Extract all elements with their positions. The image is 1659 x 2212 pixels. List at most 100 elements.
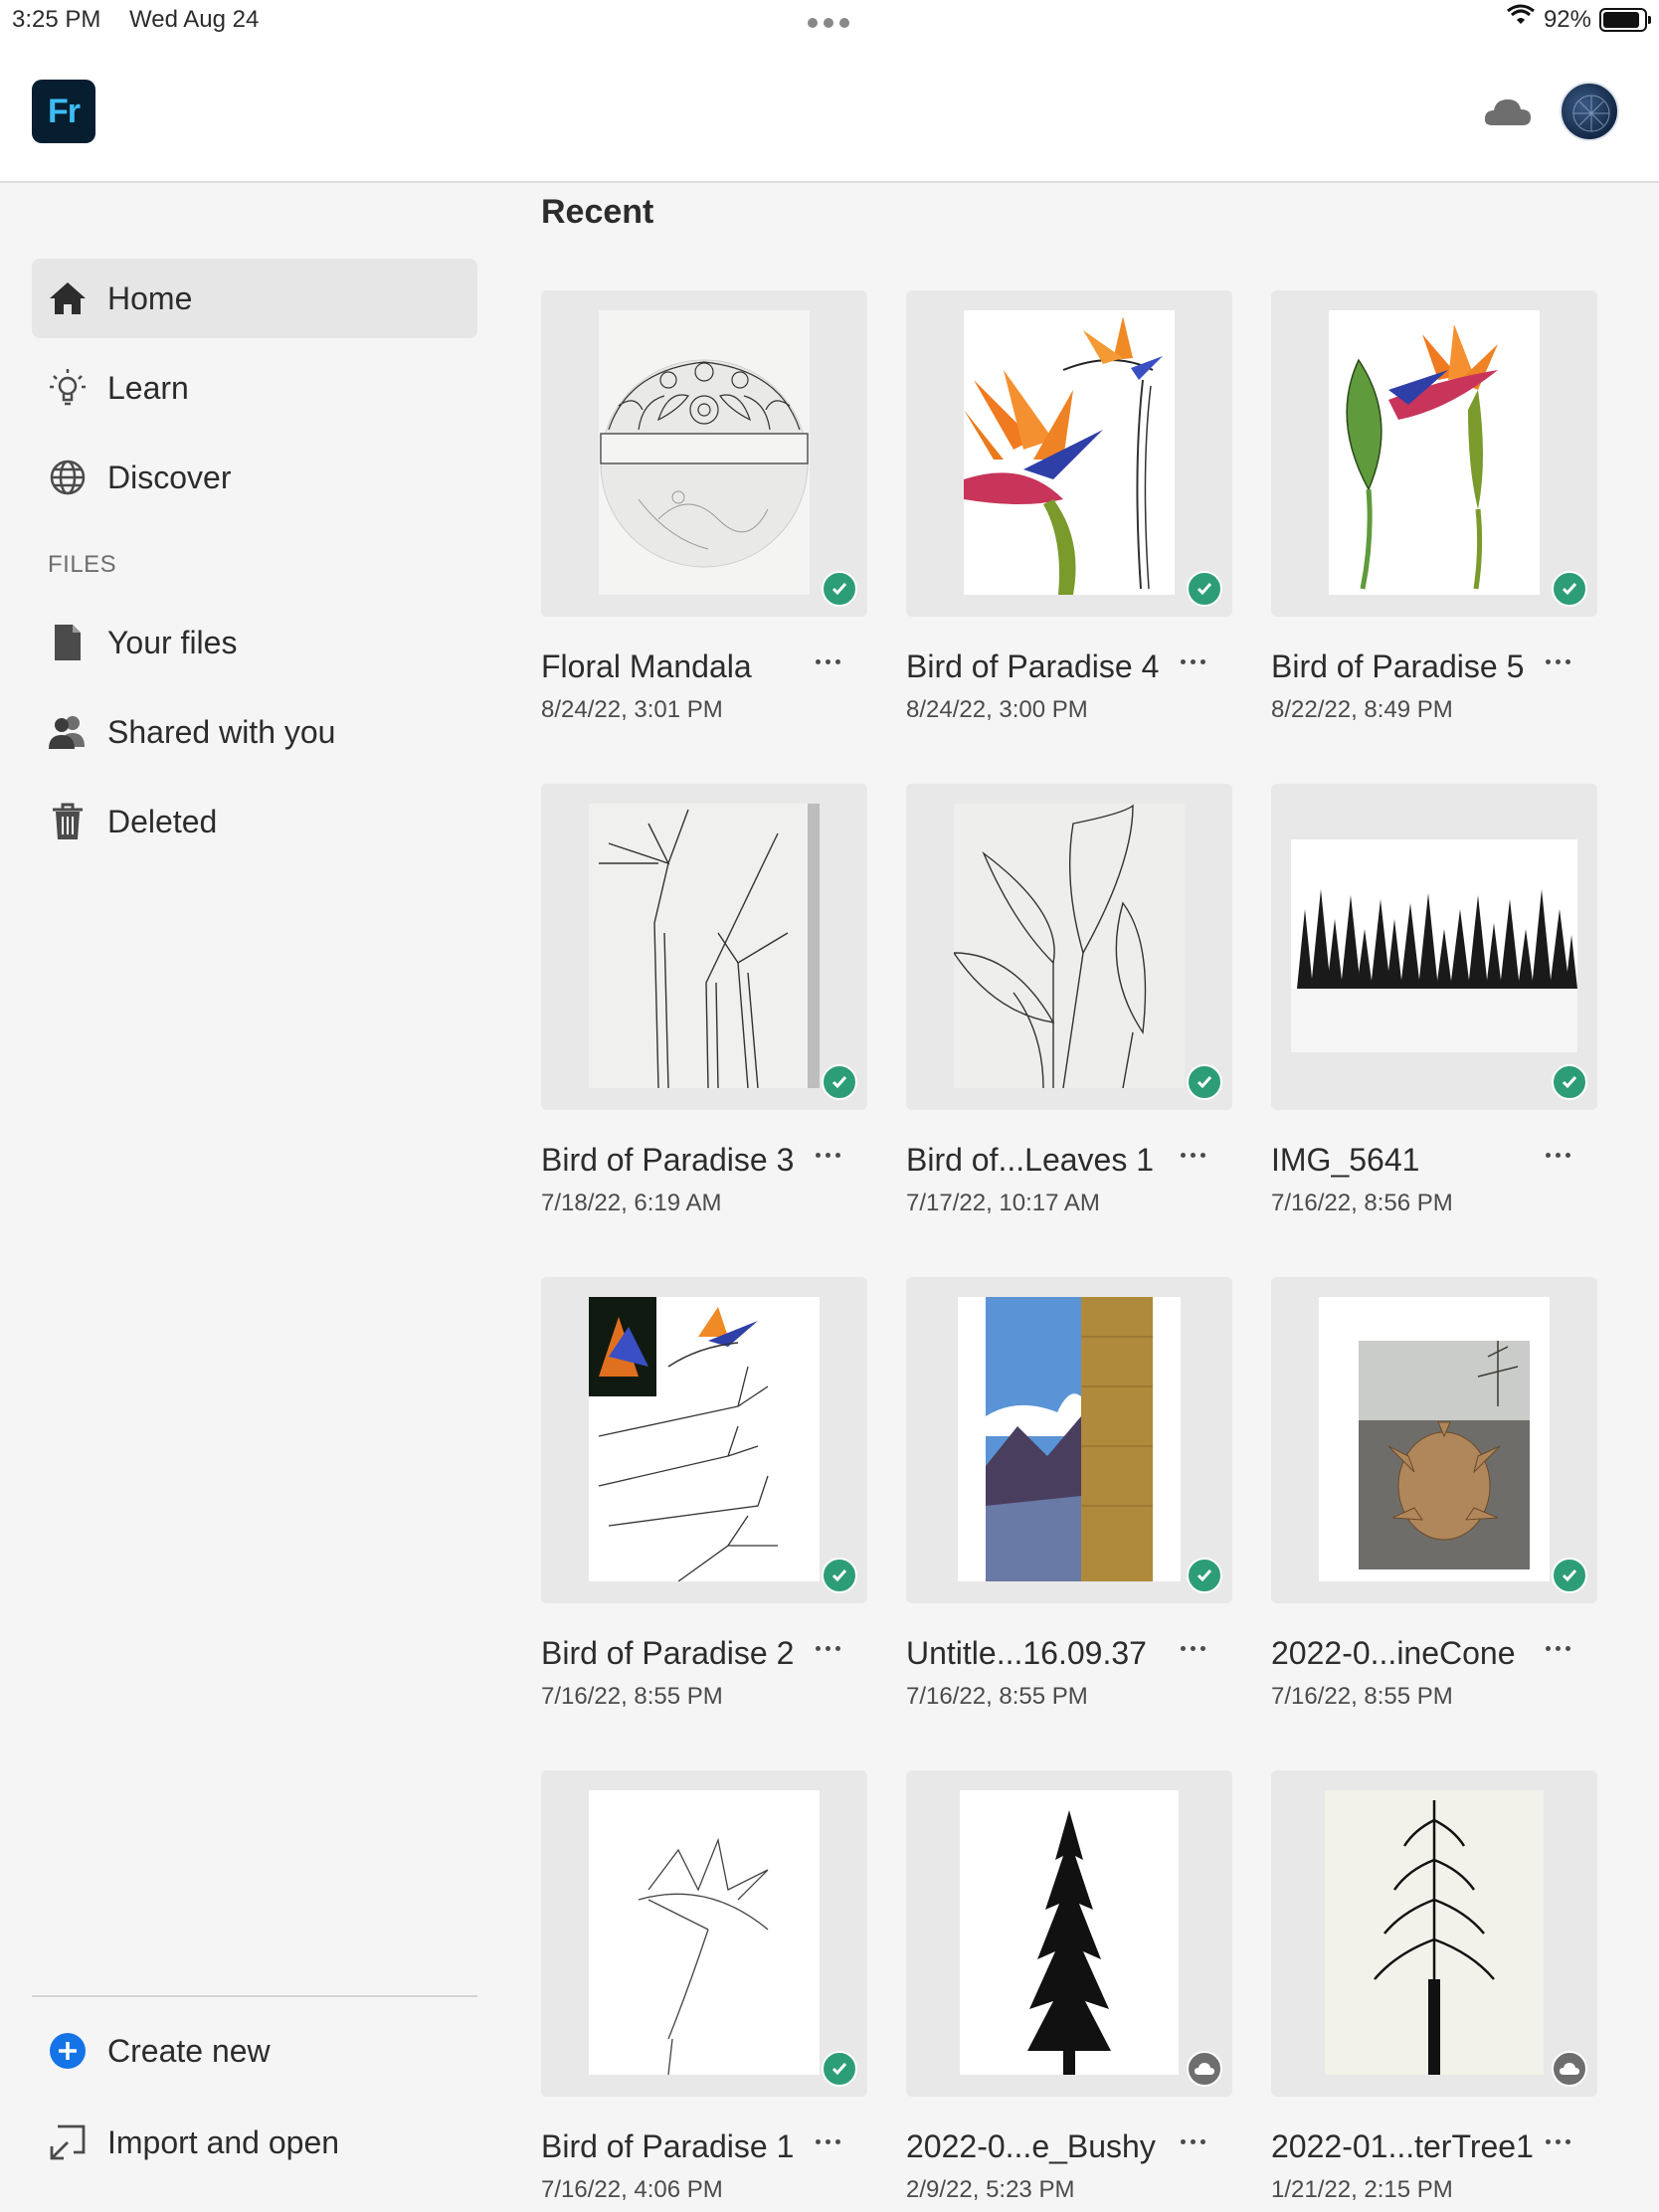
files-section-label: FILES bbox=[48, 551, 117, 578]
file-name: Bird of Paradise 5 bbox=[1271, 648, 1525, 684]
sidebar-item-label: Shared with you bbox=[107, 713, 336, 750]
sidebar-item-shared[interactable]: Shared with you bbox=[32, 692, 477, 772]
file-name: Floral Mandala bbox=[541, 648, 752, 684]
more-options-icon[interactable] bbox=[1167, 2126, 1218, 2156]
file-thumbnail[interactable] bbox=[541, 784, 867, 1110]
file-thumbnail[interactable] bbox=[906, 1277, 1232, 1603]
file-date: 7/18/22, 6:19 AM bbox=[541, 1190, 722, 1216]
import-open-label: Import and open bbox=[107, 2123, 340, 2160]
thumbnail-image bbox=[599, 310, 810, 595]
more-options-icon[interactable] bbox=[802, 1633, 853, 1663]
status-time: 3:25 PM bbox=[12, 6, 101, 33]
synced-check-icon bbox=[1552, 1558, 1587, 1593]
synced-check-icon bbox=[822, 571, 857, 607]
file-thumbnail[interactable] bbox=[541, 1277, 867, 1603]
more-options-icon[interactable] bbox=[1167, 1140, 1218, 1170]
more-options-icon[interactable] bbox=[1532, 646, 1583, 676]
thumbnail-image bbox=[964, 310, 1175, 595]
thumbnail-image bbox=[1325, 1790, 1544, 2075]
file-date: 2/9/22, 5:23 PM bbox=[906, 2176, 1075, 2203]
sidebar-item-home[interactable]: Home bbox=[32, 259, 477, 338]
file-thumbnail[interactable] bbox=[906, 1770, 1232, 2097]
import-icon bbox=[46, 2120, 90, 2164]
file-thumbnail[interactable] bbox=[1271, 784, 1597, 1110]
app-header: Fr bbox=[0, 40, 1659, 183]
cloud-status-icon bbox=[1187, 2051, 1222, 2087]
file-thumbnail[interactable] bbox=[906, 784, 1232, 1110]
thumbnail-image bbox=[589, 1790, 820, 2075]
battery-icon bbox=[1599, 7, 1651, 32]
cloud-status-icon bbox=[1552, 2051, 1587, 2087]
file-name: Bird of Paradise 2 bbox=[541, 1635, 795, 1671]
file-name: IMG_5641 bbox=[1271, 1142, 1420, 1178]
more-options-icon[interactable] bbox=[1167, 646, 1218, 676]
synced-check-icon bbox=[1552, 571, 1587, 607]
more-options-icon[interactable] bbox=[802, 1140, 853, 1170]
globe-icon bbox=[46, 456, 90, 499]
file-date: 7/16/22, 4:06 PM bbox=[541, 2176, 723, 2203]
file-date: 7/16/22, 8:56 PM bbox=[1271, 1190, 1453, 1216]
create-new-button[interactable]: Create new bbox=[32, 2011, 477, 2091]
sidebar-item-label: Deleted bbox=[107, 803, 218, 839]
sidebar-item-deleted[interactable]: Deleted bbox=[32, 782, 477, 861]
import-open-button[interactable]: Import and open bbox=[32, 2103, 477, 2182]
sidebar: Home Learn Discover FILES Your files Sha… bbox=[0, 185, 517, 2212]
thumbnail-image bbox=[954, 804, 1185, 1088]
file-thumbnail[interactable] bbox=[1271, 1770, 1597, 2097]
sidebar-item-learn[interactable]: Learn bbox=[32, 348, 477, 428]
thumbnail-image bbox=[1319, 1297, 1550, 1581]
file-thumbnail[interactable] bbox=[541, 1770, 867, 2097]
wifi-icon bbox=[1506, 4, 1536, 35]
app-logo[interactable]: Fr bbox=[32, 80, 95, 143]
file-date: 7/16/22, 8:55 PM bbox=[1271, 1683, 1453, 1710]
synced-check-icon bbox=[1187, 571, 1222, 607]
home-icon bbox=[46, 276, 90, 320]
main-content: Recent Floral Mandala 8/24/22, 3:01 PM B… bbox=[517, 185, 1659, 2212]
multitask-dots-icon[interactable] bbox=[808, 18, 849, 28]
synced-check-icon bbox=[822, 1558, 857, 1593]
file-date: 7/17/22, 10:17 AM bbox=[906, 1190, 1100, 1216]
sidebar-item-discover[interactable]: Discover bbox=[32, 438, 477, 517]
file-thumbnail[interactable] bbox=[1271, 290, 1597, 617]
thumbnail-image bbox=[958, 1297, 1181, 1581]
more-options-icon[interactable] bbox=[802, 2126, 853, 2156]
file-name: Bird of Paradise 4 bbox=[906, 648, 1160, 684]
lightbulb-icon bbox=[46, 366, 90, 410]
more-options-icon[interactable] bbox=[1532, 1633, 1583, 1663]
synced-check-icon bbox=[1187, 1558, 1222, 1593]
more-options-icon[interactable] bbox=[802, 646, 853, 676]
trash-icon bbox=[46, 800, 90, 843]
file-thumbnail[interactable] bbox=[541, 290, 867, 617]
file-name: Untitle...16.09.37 bbox=[906, 1635, 1147, 1671]
file-name: Bird of Paradise 3 bbox=[541, 1142, 795, 1178]
sidebar-item-label: Your files bbox=[107, 624, 238, 660]
section-title: Recent bbox=[541, 193, 654, 231]
file-thumbnail[interactable] bbox=[906, 290, 1232, 617]
more-options-icon[interactable] bbox=[1167, 1633, 1218, 1663]
synced-check-icon bbox=[822, 2051, 857, 2087]
more-options-icon[interactable] bbox=[1532, 2126, 1583, 2156]
file-date: 1/21/22, 2:15 PM bbox=[1271, 2176, 1453, 2203]
file-name: Bird of Paradise 1 bbox=[541, 2128, 795, 2164]
battery-percent: 92% bbox=[1543, 5, 1591, 33]
synced-check-icon bbox=[822, 1064, 857, 1100]
plus-circle-icon bbox=[46, 2029, 90, 2073]
file-name: 2022-0...e_Bushy bbox=[906, 2128, 1156, 2164]
shared-users-icon bbox=[46, 710, 90, 754]
thumbnail-image bbox=[960, 1790, 1179, 2075]
file-icon bbox=[46, 621, 90, 664]
sidebar-divider bbox=[32, 1995, 477, 1997]
sidebar-item-your-files[interactable]: Your files bbox=[32, 603, 477, 682]
file-thumbnail[interactable] bbox=[1271, 1277, 1597, 1603]
thumbnail-image bbox=[589, 804, 820, 1088]
cloud-icon[interactable] bbox=[1482, 92, 1534, 131]
more-options-icon[interactable] bbox=[1532, 1140, 1583, 1170]
file-name: 2022-01...terTree1 bbox=[1271, 2128, 1534, 2164]
thumbnail-image bbox=[1329, 310, 1540, 595]
user-avatar[interactable] bbox=[1560, 82, 1619, 141]
sidebar-item-label: Home bbox=[107, 279, 193, 316]
sidebar-item-label: Discover bbox=[107, 459, 232, 495]
file-name: 2022-0...ineCone bbox=[1271, 1635, 1516, 1671]
status-bar: 3:25 PM Wed Aug 24 92% bbox=[0, 0, 1659, 40]
synced-check-icon bbox=[1552, 1064, 1587, 1100]
